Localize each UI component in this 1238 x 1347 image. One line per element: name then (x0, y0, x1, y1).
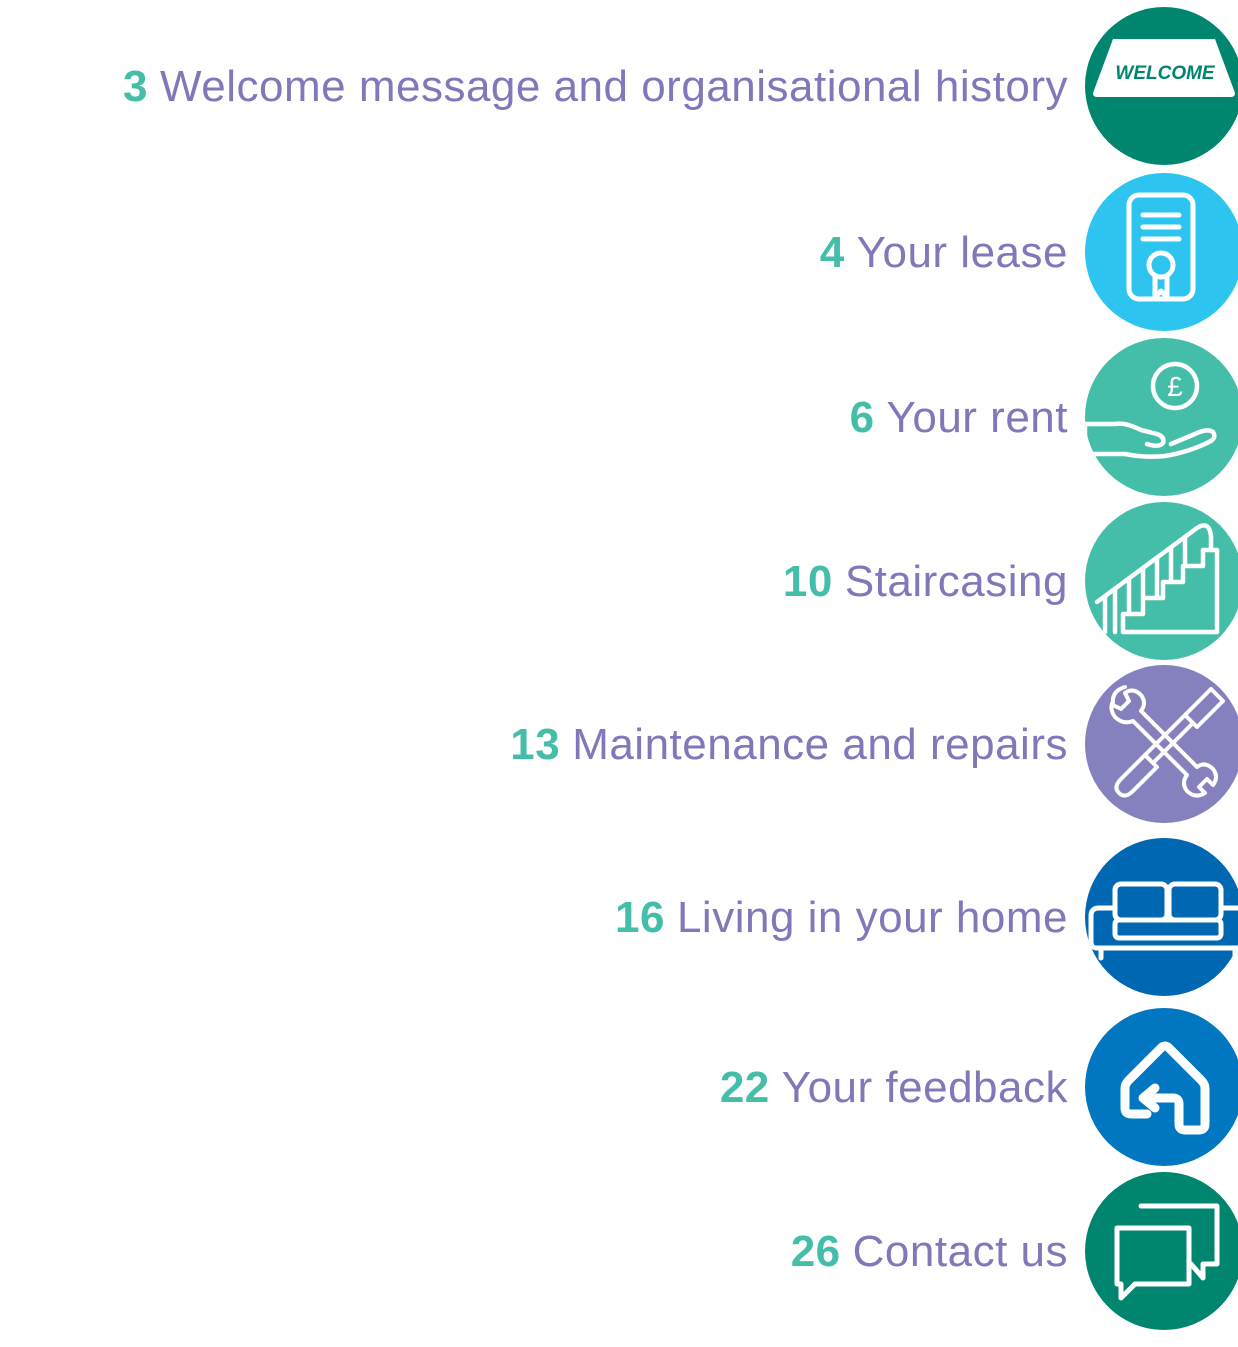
toc-entry-lease[interactable]: 4 Your lease (0, 173, 1238, 333)
toc-entry-rent[interactable]: 6 Your rent £ (0, 338, 1238, 498)
sofa-icon (1085, 838, 1238, 996)
section-title: Staircasing (844, 557, 1068, 606)
toc-entry-label: 26 Contact us (791, 1227, 1068, 1277)
welcome-badge-text: WELCOME (1115, 63, 1216, 84)
page-number: 4 (819, 228, 845, 277)
certificate-icon (1085, 173, 1238, 331)
tools-icon (1085, 665, 1238, 823)
toc-entry-maintenance[interactable]: 13 Maintenance and repairs (0, 665, 1238, 825)
page-number: 10 (782, 557, 833, 606)
toc-entry-label: 4 Your lease (820, 228, 1068, 278)
chat-bubbles-icon (1085, 1172, 1238, 1330)
page-number: 6 (849, 393, 875, 442)
toc-entry-label: 3 Welcome message and organisational hist… (123, 62, 1068, 112)
house-feedback-icon (1085, 1008, 1238, 1166)
section-title: Welcome message and organisational histo… (160, 62, 1068, 111)
svg-text:£: £ (1167, 371, 1183, 402)
section-title: Living in your home (676, 893, 1068, 942)
staircase-icon (1085, 502, 1238, 660)
toc-entry-living[interactable]: 16 Living in your home (0, 838, 1238, 998)
page-number: 3 (123, 62, 149, 111)
page-number: 13 (510, 720, 561, 769)
section-title: Maintenance and repairs (572, 720, 1068, 769)
hand-pound-icon: £ (1085, 338, 1238, 496)
page-number: 22 (719, 1063, 770, 1112)
toc-entry-label: 10 Staircasing (783, 557, 1068, 607)
toc-entry-welcome[interactable]: 3 Welcome message and organisational hist… (0, 7, 1238, 167)
section-title: Your rent (886, 393, 1068, 442)
toc-entry-label: 16 Living in your home (615, 893, 1068, 943)
page-number: 16 (615, 893, 665, 942)
toc-entry-staircasing[interactable]: 10 Staircasing (0, 502, 1238, 662)
toc-entry-label: 6 Your rent (850, 393, 1068, 443)
toc-entry-contact[interactable]: 26 Contact us (0, 1172, 1238, 1332)
section-title: Your feedback (781, 1063, 1068, 1112)
toc-entry-feedback[interactable]: 22 Your feedback (0, 1008, 1238, 1168)
toc-entry-label: 22 Your feedback (720, 1063, 1068, 1113)
toc-entry-label: 13 Maintenance and repairs (510, 720, 1068, 770)
section-title: Contact us (852, 1227, 1068, 1276)
section-title: Your lease (856, 228, 1068, 277)
page-number: 26 (790, 1227, 841, 1276)
welcome-mat-icon: WELCOME (1085, 7, 1238, 165)
